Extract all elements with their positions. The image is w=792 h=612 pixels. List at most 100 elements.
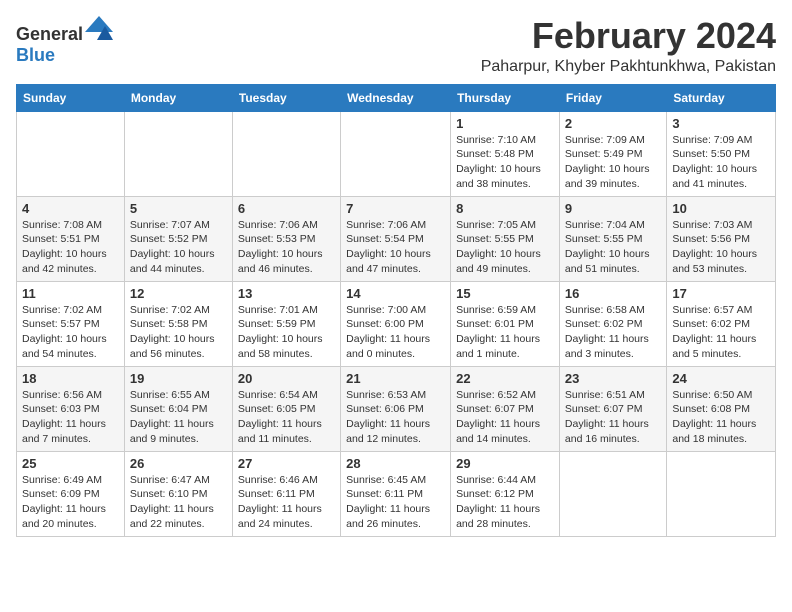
calendar-body: 1 Sunrise: 7:10 AM Sunset: 5:48 PM Daylig… xyxy=(17,111,776,536)
day-number: 14 xyxy=(346,286,445,301)
calendar-week-row: 11Sunrise: 7:02 AM Sunset: 5:57 PM Dayli… xyxy=(17,281,776,366)
day-number: 26 xyxy=(130,456,227,471)
logo-general: General xyxy=(16,24,83,44)
calendar-cell: 11Sunrise: 7:02 AM Sunset: 5:57 PM Dayli… xyxy=(17,281,125,366)
day-number: 15 xyxy=(456,286,554,301)
day-number: 9 xyxy=(565,201,661,216)
cell-details: Sunrise: 7:06 AM Sunset: 5:53 PM Dayligh… xyxy=(238,218,335,277)
weekday-header-monday: Monday xyxy=(124,84,232,111)
weekday-header-tuesday: Tuesday xyxy=(232,84,340,111)
weekday-header-wednesday: Wednesday xyxy=(341,84,451,111)
calendar-header: SundayMondayTuesdayWednesdayThursdayFrid… xyxy=(17,84,776,111)
cell-details: Sunrise: 7:02 AM Sunset: 5:58 PM Dayligh… xyxy=(130,303,227,362)
weekday-header-saturday: Saturday xyxy=(667,84,776,111)
cell-details: Sunrise: 6:44 AM Sunset: 6:12 PM Dayligh… xyxy=(456,473,554,532)
calendar-cell: 29 Sunrise: 6:44 AM Sunset: 6:12 PM Dayli… xyxy=(451,451,560,536)
calendar-cell: 28 Sunrise: 6:45 AM Sunset: 6:11 PM Dayli… xyxy=(341,451,451,536)
calendar-cell xyxy=(667,451,776,536)
calendar-cell xyxy=(341,111,451,196)
calendar-cell: 15 Sunrise: 6:59 AM Sunset: 6:01 PM Dayli… xyxy=(451,281,560,366)
cell-details: Sunrise: 7:07 AM Sunset: 5:52 PM Dayligh… xyxy=(130,218,227,277)
day-number: 4 xyxy=(22,201,119,216)
cell-details: Sunrise: 6:49 AM Sunset: 6:09 PM Dayligh… xyxy=(22,473,119,532)
cell-details: Sunrise: 6:53 AM Sunset: 6:06 PM Dayligh… xyxy=(346,388,445,447)
calendar-week-row: 4 Sunrise: 7:08 AM Sunset: 5:51 PM Daylig… xyxy=(17,196,776,281)
calendar-cell: 3 Sunrise: 7:09 AM Sunset: 5:50 PM Daylig… xyxy=(667,111,776,196)
day-number: 6 xyxy=(238,201,335,216)
calendar-cell: 9 Sunrise: 7:04 AM Sunset: 5:55 PM Daylig… xyxy=(559,196,666,281)
cell-details: Sunrise: 7:03 AM Sunset: 5:56 PM Dayligh… xyxy=(672,218,770,277)
cell-details: Sunrise: 6:47 AM Sunset: 6:10 PM Dayligh… xyxy=(130,473,227,532)
calendar-cell: 18Sunrise: 6:56 AM Sunset: 6:03 PM Dayli… xyxy=(17,366,125,451)
calendar-cell xyxy=(124,111,232,196)
cell-details: Sunrise: 6:45 AM Sunset: 6:11 PM Dayligh… xyxy=(346,473,445,532)
day-number: 2 xyxy=(565,116,661,131)
calendar-cell: 10 Sunrise: 7:03 AM Sunset: 5:56 PM Dayli… xyxy=(667,196,776,281)
day-number: 19 xyxy=(130,371,227,386)
day-number: 7 xyxy=(346,201,445,216)
day-number: 23 xyxy=(565,371,661,386)
calendar-cell: 27Sunrise: 6:46 AM Sunset: 6:11 PM Dayli… xyxy=(232,451,340,536)
logo-icon xyxy=(85,16,113,40)
day-number: 29 xyxy=(456,456,554,471)
cell-details: Sunrise: 6:59 AM Sunset: 6:01 PM Dayligh… xyxy=(456,303,554,362)
month-year-title: February 2024 xyxy=(481,16,776,56)
calendar-cell: 13 Sunrise: 7:01 AM Sunset: 5:59 PM Dayli… xyxy=(232,281,340,366)
cell-details: Sunrise: 7:10 AM Sunset: 5:48 PM Dayligh… xyxy=(456,133,554,192)
cell-details: Sunrise: 7:09 AM Sunset: 5:49 PM Dayligh… xyxy=(565,133,661,192)
cell-details: Sunrise: 7:08 AM Sunset: 5:51 PM Dayligh… xyxy=(22,218,119,277)
day-number: 3 xyxy=(672,116,770,131)
day-number: 24 xyxy=(672,371,770,386)
cell-details: Sunrise: 6:50 AM Sunset: 6:08 PM Dayligh… xyxy=(672,388,770,447)
cell-details: Sunrise: 6:51 AM Sunset: 6:07 PM Dayligh… xyxy=(565,388,661,447)
cell-details: Sunrise: 6:52 AM Sunset: 6:07 PM Dayligh… xyxy=(456,388,554,447)
cell-details: Sunrise: 7:04 AM Sunset: 5:55 PM Dayligh… xyxy=(565,218,661,277)
weekday-header-friday: Friday xyxy=(559,84,666,111)
calendar-week-row: 25Sunrise: 6:49 AM Sunset: 6:09 PM Dayli… xyxy=(17,451,776,536)
logo-text: General Blue xyxy=(16,16,113,66)
calendar-cell: 22 Sunrise: 6:52 AM Sunset: 6:07 PM Dayli… xyxy=(451,366,560,451)
calendar-cell: 4 Sunrise: 7:08 AM Sunset: 5:51 PM Daylig… xyxy=(17,196,125,281)
calendar-cell: 25Sunrise: 6:49 AM Sunset: 6:09 PM Dayli… xyxy=(17,451,125,536)
day-number: 12 xyxy=(130,286,227,301)
weekday-header-thursday: Thursday xyxy=(451,84,560,111)
day-number: 17 xyxy=(672,286,770,301)
day-number: 11 xyxy=(22,286,119,301)
day-number: 22 xyxy=(456,371,554,386)
cell-details: Sunrise: 6:57 AM Sunset: 6:02 PM Dayligh… xyxy=(672,303,770,362)
calendar-cell: 17 Sunrise: 6:57 AM Sunset: 6:02 PM Dayli… xyxy=(667,281,776,366)
calendar-cell: 14Sunrise: 7:00 AM Sunset: 6:00 PM Dayli… xyxy=(341,281,451,366)
calendar-cell: 6 Sunrise: 7:06 AM Sunset: 5:53 PM Daylig… xyxy=(232,196,340,281)
calendar-table: SundayMondayTuesdayWednesdayThursdayFrid… xyxy=(16,84,776,537)
cell-details: Sunrise: 7:09 AM Sunset: 5:50 PM Dayligh… xyxy=(672,133,770,192)
logo-blue: Blue xyxy=(16,45,55,65)
cell-details: Sunrise: 6:54 AM Sunset: 6:05 PM Dayligh… xyxy=(238,388,335,447)
calendar-cell: 7 Sunrise: 7:06 AM Sunset: 5:54 PM Daylig… xyxy=(341,196,451,281)
calendar-cell: 24 Sunrise: 6:50 AM Sunset: 6:08 PM Dayli… xyxy=(667,366,776,451)
title-area: February 2024 Paharpur, Khyber Pakhtunkh… xyxy=(481,16,776,76)
cell-details: Sunrise: 6:58 AM Sunset: 6:02 PM Dayligh… xyxy=(565,303,661,362)
calendar-cell: 5Sunrise: 7:07 AM Sunset: 5:52 PM Daylig… xyxy=(124,196,232,281)
cell-details: Sunrise: 7:01 AM Sunset: 5:59 PM Dayligh… xyxy=(238,303,335,362)
page-header: General Blue February 2024 Paharpur, Khy… xyxy=(16,16,776,76)
cell-details: Sunrise: 6:56 AM Sunset: 6:03 PM Dayligh… xyxy=(22,388,119,447)
weekday-header-sunday: Sunday xyxy=(17,84,125,111)
calendar-cell: 19Sunrise: 6:55 AM Sunset: 6:04 PM Dayli… xyxy=(124,366,232,451)
day-number: 28 xyxy=(346,456,445,471)
calendar-week-row: 18Sunrise: 6:56 AM Sunset: 6:03 PM Dayli… xyxy=(17,366,776,451)
day-number: 13 xyxy=(238,286,335,301)
day-number: 10 xyxy=(672,201,770,216)
logo: General Blue xyxy=(16,16,113,66)
location-subtitle: Paharpur, Khyber Pakhtunkhwa, Pakistan xyxy=(481,58,776,76)
calendar-cell xyxy=(232,111,340,196)
calendar-cell: 16Sunrise: 6:58 AM Sunset: 6:02 PM Dayli… xyxy=(559,281,666,366)
calendar-cell: 21 Sunrise: 6:53 AM Sunset: 6:06 PM Dayli… xyxy=(341,366,451,451)
day-number: 21 xyxy=(346,371,445,386)
calendar-cell: 12 Sunrise: 7:02 AM Sunset: 5:58 PM Dayli… xyxy=(124,281,232,366)
day-number: 8 xyxy=(456,201,554,216)
cell-details: Sunrise: 7:06 AM Sunset: 5:54 PM Dayligh… xyxy=(346,218,445,277)
calendar-week-row: 1 Sunrise: 7:10 AM Sunset: 5:48 PM Daylig… xyxy=(17,111,776,196)
day-number: 27 xyxy=(238,456,335,471)
weekday-header-row: SundayMondayTuesdayWednesdayThursdayFrid… xyxy=(17,84,776,111)
day-number: 1 xyxy=(456,116,554,131)
